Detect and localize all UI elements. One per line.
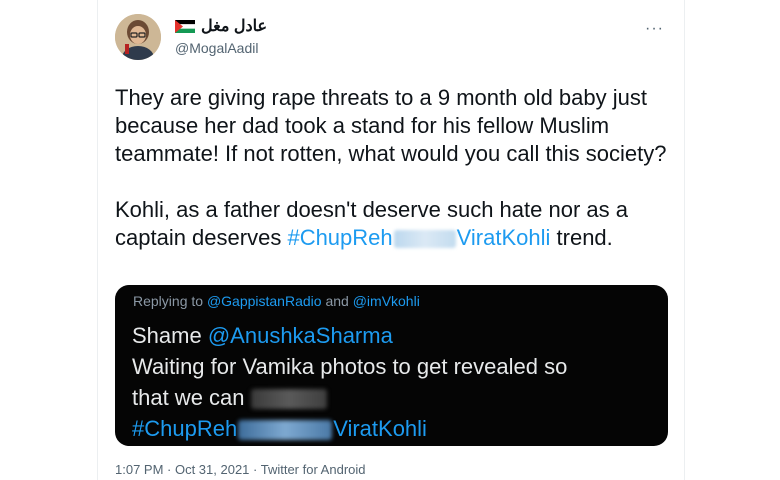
- replying-and: and: [325, 293, 349, 309]
- quoted-reply-screenshot: Replying to @GappistanRadio and @imVkohl…: [115, 285, 668, 446]
- quote-text: Shame @AnushkaSharma Waiting for Vamika …: [132, 320, 567, 444]
- display-name-text: عادل مغل: [201, 18, 268, 35]
- tweet-timestamp[interactable]: 1:07 PM · Oct 31, 2021 · Twitter for And…: [115, 462, 366, 477]
- replying-to: Replying to @GappistanRadio and @imVkohl…: [133, 293, 420, 309]
- hashtag-start: #ChupReh: [287, 225, 393, 250]
- person-avatar-icon: [115, 14, 161, 60]
- quote-line-4-hashtag[interactable]: #ChupReh ViratKohli: [132, 413, 567, 444]
- blurred-word: [250, 389, 327, 410]
- blurred-word: [238, 420, 333, 441]
- display-name[interactable]: عادل مغل: [174, 16, 268, 36]
- quote-line-1-prefix: Shame: [132, 323, 202, 348]
- tweet-body: They are giving rape threats to a 9 mont…: [115, 84, 670, 252]
- mention-link[interactable]: @GappistanRadio: [207, 293, 322, 309]
- tweet-suffix: trend.: [550, 225, 613, 250]
- quote-line-1: Shame @AnushkaSharma: [132, 320, 567, 351]
- tweet-paragraph-2: Kohli, as a father doesn't deserve such …: [115, 196, 670, 252]
- tweet-paragraph-1: They are giving rape threats to a 9 mont…: [115, 85, 667, 166]
- quote-line-2: Waiting for Vamika photos to get reveale…: [132, 354, 568, 379]
- replying-prefix: Replying to: [133, 293, 204, 309]
- blurred-word: [393, 230, 456, 249]
- avatar[interactable]: [115, 14, 161, 60]
- quote-line-3-prefix: that we can: [132, 385, 245, 410]
- mention-link[interactable]: @imVkohli: [353, 293, 420, 309]
- hashtag-start: #ChupReh: [132, 416, 238, 441]
- tweet-card: عادل مغل @MogalAadil ··· They are giving…: [97, 0, 685, 480]
- hashtag-end: ViratKohli: [456, 225, 551, 250]
- quote-line-3: that we can: [132, 382, 567, 413]
- mention-link[interactable]: @AnushkaSharma: [208, 323, 393, 348]
- palestine-flag-icon: [174, 19, 196, 33]
- hashtag-link[interactable]: #ChupReh ViratKohli: [287, 225, 550, 250]
- more-options-icon[interactable]: ···: [645, 20, 664, 38]
- user-handle[interactable]: @MogalAadil: [175, 40, 258, 56]
- hashtag-end: ViratKohli: [333, 416, 427, 441]
